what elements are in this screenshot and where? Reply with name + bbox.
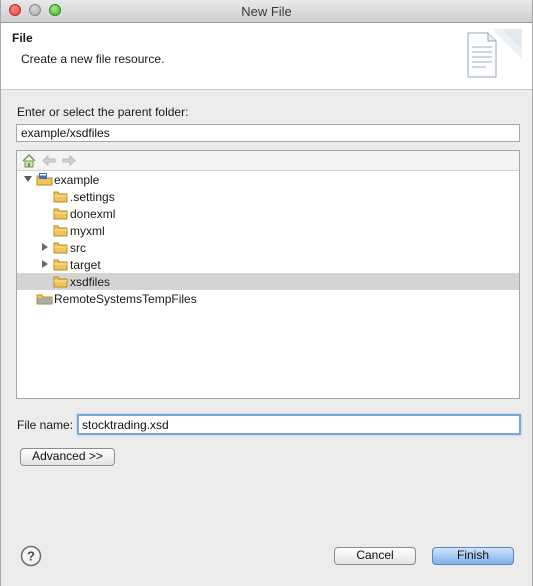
svg-text:?: ?: [27, 549, 35, 564]
tree-item-label: xsdfiles: [70, 275, 111, 289]
tree-item-label: example: [54, 173, 100, 187]
cancel-button[interactable]: Cancel: [334, 547, 416, 565]
tree-item-src[interactable]: src: [17, 239, 519, 256]
title-bar[interactable]: New File: [1, 0, 532, 23]
folder-icon: [53, 276, 68, 288]
collapsed-triangle-icon[interactable]: [40, 242, 50, 252]
tree-item-example[interactable]: example: [17, 171, 519, 188]
project-folder-icon: [36, 173, 53, 186]
file-name-label: File name:: [17, 418, 74, 432]
tree-item-label: src: [70, 241, 86, 255]
tree-item-label: RemoteSystemsTempFiles: [54, 292, 197, 306]
back-arrow-icon[interactable]: [41, 153, 57, 168]
parent-folder-input[interactable]: [16, 124, 520, 142]
wizard-header: File Create a new file resource.: [1, 23, 532, 90]
home-icon[interactable]: [21, 153, 37, 168]
folder-icon: [53, 259, 68, 271]
new-file-dialog: New File File Create a new file resource…: [0, 0, 533, 586]
forward-arrow-icon[interactable]: [61, 153, 77, 168]
tree-item-label: donexml: [70, 207, 116, 221]
folder-icon: [53, 208, 68, 220]
folder-icon: [53, 242, 68, 254]
folder-tree[interactable]: example .settings donexml myxml src targ…: [16, 150, 520, 399]
tree-item-label: myxml: [70, 224, 105, 238]
help-icon[interactable]: ?: [20, 545, 42, 567]
tree-item-donexml[interactable]: donexml: [17, 205, 519, 222]
tree-item-myxml[interactable]: myxml: [17, 222, 519, 239]
project-folder-icon: [36, 294, 53, 305]
advanced-button[interactable]: Advanced >>: [20, 448, 115, 466]
wizard-title: File: [12, 31, 33, 45]
folder-icon: [53, 225, 68, 237]
window-title: New File: [241, 4, 292, 19]
collapsed-triangle-icon[interactable]: [40, 259, 50, 269]
tree-item-label: .settings: [70, 190, 115, 204]
parent-folder-label: Enter or select the parent folder:: [17, 105, 189, 119]
expanded-triangle-icon[interactable]: [23, 174, 33, 184]
wizard-description: Create a new file resource.: [21, 52, 165, 66]
tree-item-target[interactable]: target: [17, 256, 519, 273]
new-file-banner-icon: [467, 29, 522, 78]
file-name-input[interactable]: [77, 414, 521, 435]
tree-item-remotesystemstempfiles[interactable]: RemoteSystemsTempFiles: [17, 290, 519, 307]
tree-item-xsdfiles[interactable]: xsdfiles: [17, 273, 519, 290]
folder-icon: [53, 191, 68, 203]
tree-item-settings[interactable]: .settings: [17, 188, 519, 205]
tree-item-label: target: [70, 258, 101, 272]
finish-button[interactable]: Finish: [432, 547, 514, 565]
tree-toolbar: [17, 151, 519, 171]
